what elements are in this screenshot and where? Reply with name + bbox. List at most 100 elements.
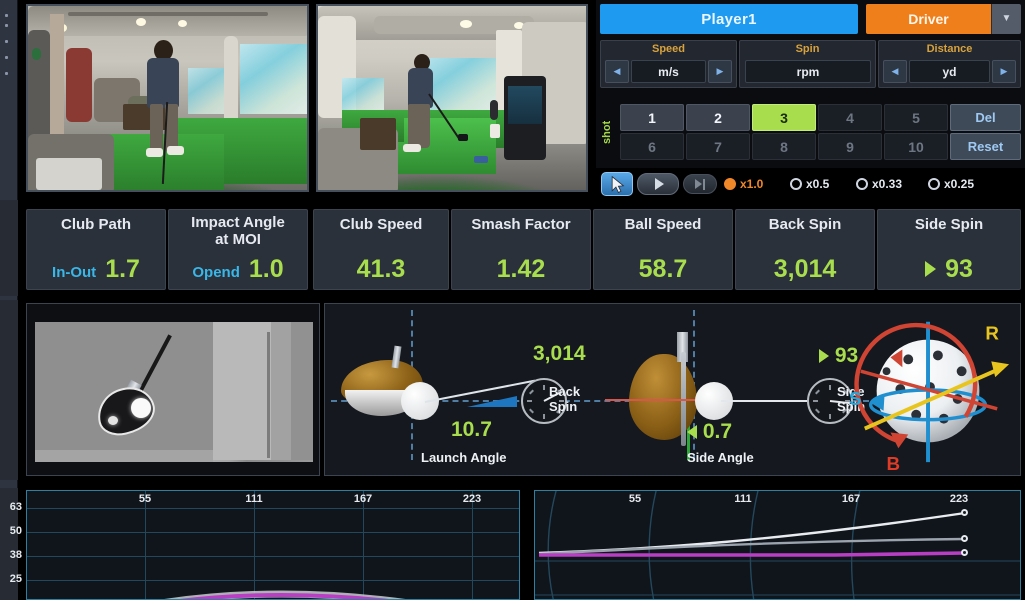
- chart-trajectory-side-view[interactable]: 55 111 167 223: [26, 490, 520, 600]
- edge-dot: [5, 14, 8, 17]
- distance-unit-prev-button[interactable]: ◀: [883, 60, 907, 83]
- side-angle-label: Side Angle: [687, 450, 754, 465]
- rate-option-x033[interactable]: x0.33: [856, 177, 902, 191]
- distance-unit-next-button[interactable]: ▶: [992, 60, 1016, 83]
- chart-trajectory-top-view[interactable]: 55 111 167 223: [534, 490, 1021, 600]
- shot-endpoint-marker[interactable]: [961, 535, 968, 542]
- unit-title-speed: Speed: [651, 43, 685, 55]
- metric-value: 1.42: [496, 255, 546, 283]
- golf-launch-monitor-app: Player1 Driver ▼ Speed ◀ m/s ▶ Spin rpm …: [0, 0, 1025, 600]
- metric-title: Impact Angle at MOI: [169, 214, 307, 248]
- player-button[interactable]: Player1: [600, 4, 858, 34]
- metric-title: Smash Factor: [471, 216, 571, 233]
- radio-icon: [790, 178, 802, 190]
- y-axis-tick: 50: [9, 525, 22, 537]
- rate-label: x1.0: [740, 177, 764, 191]
- metric-title: Ball Speed: [624, 216, 702, 233]
- edge-dot: [5, 24, 8, 27]
- shot-button-10[interactable]: 10: [884, 133, 948, 160]
- y-axis-tick: 38: [9, 549, 22, 561]
- step-forward-icon[interactable]: [683, 174, 717, 194]
- metric-title: Club Speed: [339, 216, 423, 233]
- metric-value: 1.7: [105, 255, 140, 283]
- club-select-button[interactable]: Driver: [866, 4, 991, 34]
- unit-group-spin: Spin rpm: [739, 40, 876, 88]
- metric-card-impact-angle[interactable]: Impact Angle at MOI Opend 1.0: [168, 209, 308, 290]
- shot-button-4[interactable]: 4: [818, 104, 882, 131]
- metric-card-club-speed[interactable]: Club Speed 41.3: [313, 209, 449, 290]
- launch-angle-value: 10.7: [451, 418, 492, 441]
- metric-value: 3,014: [773, 255, 837, 283]
- direction-left-icon: [687, 425, 697, 440]
- metric-card-back-spin[interactable]: Back Spin 3,014: [735, 209, 875, 290]
- metric-card-side-spin[interactable]: Side Spin 93: [877, 209, 1021, 290]
- direction-right-icon: [925, 261, 937, 277]
- delete-shot-button[interactable]: Del: [950, 104, 1021, 131]
- edge-dot: [5, 40, 8, 43]
- y-axis-tick: 25: [9, 573, 22, 585]
- spin-unit-value[interactable]: rpm: [745, 60, 871, 83]
- unit-title-distance: Distance: [926, 43, 973, 55]
- rate-label: x0.5: [806, 177, 830, 191]
- back-spin-label-line1: Back: [549, 384, 581, 399]
- svg-text:R: R: [985, 323, 999, 344]
- launch-angle-label: Launch Angle: [421, 450, 507, 465]
- svg-text:S: S: [849, 388, 862, 409]
- trajectory-curve-side: [164, 590, 406, 599]
- rate-option-x1[interactable]: x1.0: [724, 177, 763, 191]
- edge-segment: [0, 300, 18, 480]
- unit-title-spin: Spin: [795, 43, 820, 55]
- edge-dot: [5, 72, 8, 75]
- shot-button-3[interactable]: 3: [752, 104, 816, 131]
- back-spin-value: 3,014: [533, 342, 586, 365]
- play-icon[interactable]: [637, 173, 679, 195]
- speed-unit-prev-button[interactable]: ◀: [605, 60, 629, 83]
- shot-endpoint-marker[interactable]: [961, 509, 968, 516]
- shot-button-6[interactable]: 6: [620, 133, 684, 160]
- side-angle-value-group: 0.7: [687, 420, 732, 443]
- metric-title: Back Spin: [768, 216, 842, 233]
- shot-button-2[interactable]: 2: [686, 104, 750, 131]
- unit-group-distance: Distance ◀ yd ▶: [878, 40, 1021, 88]
- edge-segment: [0, 200, 18, 296]
- shot-endpoint-marker[interactable]: [961, 549, 968, 556]
- face-angle-line: [605, 399, 699, 401]
- metric-value: 58.7: [638, 255, 688, 283]
- speed-unit-next-button[interactable]: ▶: [708, 60, 732, 83]
- shot-button-7[interactable]: 7: [686, 133, 750, 160]
- speed-unit-value[interactable]: m/s: [631, 60, 706, 83]
- metric-title-line2: at MOI: [215, 231, 261, 248]
- video-panel-side-view[interactable]: [316, 4, 588, 192]
- edge-dot: [5, 56, 8, 59]
- metric-value: 1.0: [248, 255, 284, 283]
- metric-card-smash-factor[interactable]: Smash Factor 1.42: [451, 209, 591, 290]
- shot-button-8[interactable]: 8: [752, 133, 816, 160]
- side-angle-value: 0.7: [702, 420, 733, 443]
- shot-button-9[interactable]: 9: [818, 133, 882, 160]
- chevron-down-icon[interactable]: ▼: [991, 4, 1021, 34]
- cursor-arrow-icon[interactable]: [601, 172, 633, 196]
- metric-card-club-path[interactable]: Club Path In-Out 1.7: [26, 209, 166, 290]
- shot-grid-label: shot: [601, 120, 613, 144]
- metric-card-ball-speed[interactable]: Ball Speed 58.7: [593, 209, 733, 290]
- distance-unit-value[interactable]: yd: [909, 60, 990, 83]
- impact-camera-panel[interactable]: [26, 303, 320, 476]
- y-axis-tick: 63: [9, 501, 22, 513]
- shot-button-1[interactable]: 1: [620, 104, 684, 131]
- reset-shots-button[interactable]: Reset: [950, 133, 1021, 160]
- ball-flight-diagram-panel[interactable]: 3,014 Back Spin 10.7 Launch Angle 93 Sid…: [324, 303, 1021, 476]
- spin-axis-diagram: R S B: [849, 321, 1010, 474]
- radio-icon: [856, 178, 868, 190]
- radio-icon: [928, 178, 940, 190]
- metric-title: Side Spin: [914, 216, 984, 233]
- direction-right-icon: [819, 349, 829, 364]
- metric-value: 41.3: [356, 255, 406, 283]
- rate-label: x0.25: [944, 177, 975, 191]
- metric-qualifier: In-Out: [52, 264, 97, 281]
- rate-option-x025[interactable]: x0.25: [928, 177, 974, 191]
- rate-option-x05[interactable]: x0.5: [790, 177, 829, 191]
- video-panel-front-view[interactable]: [26, 4, 309, 192]
- shot-button-5[interactable]: 5: [884, 104, 948, 131]
- metric-title: Club Path: [61, 216, 131, 233]
- dispersion-lines: [538, 511, 966, 557]
